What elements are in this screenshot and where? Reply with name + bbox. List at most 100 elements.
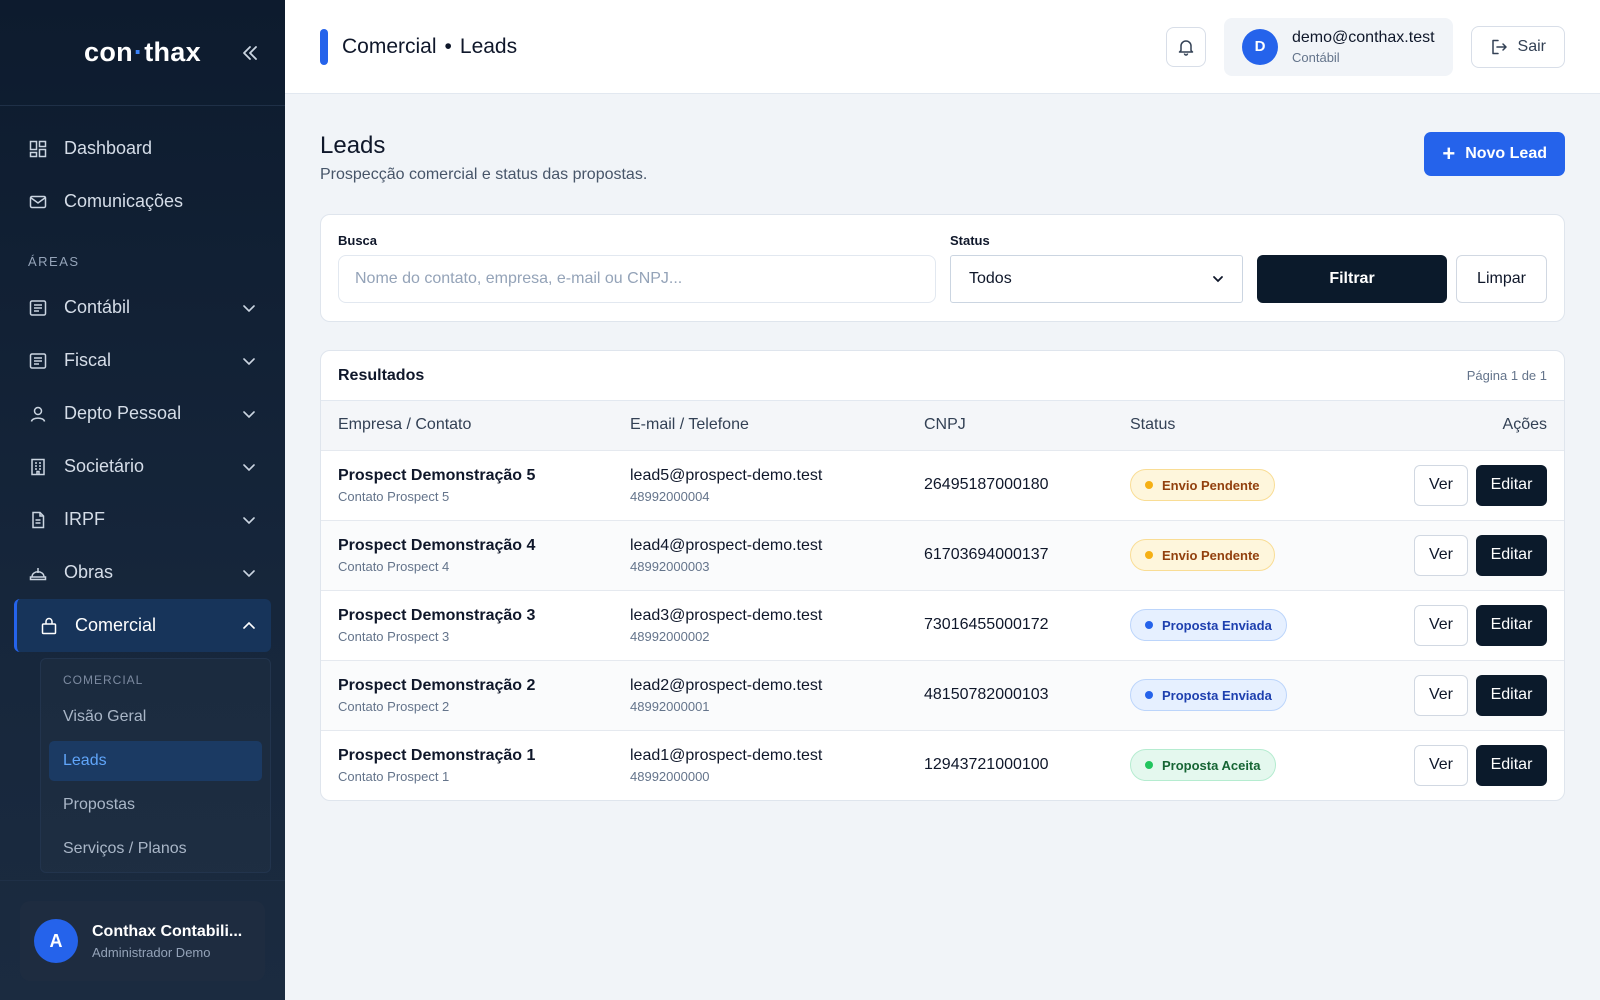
- sidebar-item-fiscal[interactable]: Fiscal: [0, 334, 285, 387]
- sidebar-item-comercial[interactable]: Comercial: [14, 599, 271, 652]
- edit-button[interactable]: Editar: [1476, 604, 1547, 646]
- edit-button[interactable]: Editar: [1476, 744, 1547, 786]
- company-cell: Prospect Demonstração 5 Contato Prospect…: [321, 450, 613, 520]
- view-button[interactable]: Ver: [1414, 604, 1468, 646]
- lead-cnpj: 48150782000103: [924, 686, 1049, 703]
- lead-cnpj: 12943721000100: [924, 756, 1049, 774]
- brand-logo[interactable]: con·thax: [84, 37, 201, 68]
- company-cell: Prospect Demonstração 4 Contato Prospect…: [321, 520, 613, 590]
- sidebar-nav: Dashboard Comunicações ÁREAS Contábil Fi…: [0, 106, 285, 873]
- breadcrumb: Comercial • Leads: [342, 35, 1166, 59]
- sidebar-item-societario[interactable]: Societário: [0, 440, 285, 493]
- row-actions: Ver Editar: [1350, 604, 1547, 646]
- user-card[interactable]: A Conthax Contabili... Administrador Dem…: [20, 901, 265, 981]
- lead-phone: 48992000004: [630, 488, 710, 504]
- sidebar-item-irpf[interactable]: IRPF: [0, 493, 285, 546]
- page-header: Leads Prospecção comercial e status das …: [320, 94, 1565, 184]
- account-menu[interactable]: D demo@conthax.test Contábil: [1224, 17, 1453, 76]
- column-header: Ações: [1502, 416, 1547, 434]
- cnpj-cell: 12943721000100: [907, 730, 1113, 800]
- column-header: CNPJ: [924, 416, 966, 434]
- sidebar-footer: A Conthax Contabili... Administrador Dem…: [0, 880, 285, 1000]
- status-badge: Proposta Enviada: [1130, 609, 1287, 641]
- sidebar-item-depto-pessoal[interactable]: Depto Pessoal: [0, 387, 285, 440]
- status-dot-icon: [1145, 761, 1153, 770]
- table-row[interactable]: Prospect Demonstração 2 Contato Prospect…: [321, 660, 1564, 730]
- brand-name-dot: ·: [133, 37, 144, 67]
- lead-email: lead3@prospect-demo.test: [630, 606, 823, 624]
- status-cell: Proposta Aceita: [1113, 730, 1333, 800]
- chevron-down-icon: [243, 569, 255, 577]
- page-heading: Leads Prospecção comercial e status das …: [320, 132, 647, 184]
- sidebar-item-contabil[interactable]: Contábil: [0, 281, 285, 334]
- lead-email: lead2@prospect-demo.test: [630, 676, 823, 694]
- notifications-button[interactable]: [1166, 26, 1206, 67]
- contact-name: Contato Prospect 1: [338, 768, 450, 784]
- comercial-submenu: COMERCIAL Visão Geral Leads Propostas Se…: [40, 658, 271, 873]
- view-button[interactable]: Ver: [1414, 674, 1468, 716]
- table-row[interactable]: Prospect Demonstração 4 Contato Prospect…: [321, 520, 1564, 590]
- new-lead-button[interactable]: + Novo Lead: [1424, 132, 1565, 176]
- status-select-value: Todos: [969, 270, 1012, 287]
- user-name: Conthax Contabili...: [92, 922, 243, 940]
- table-row[interactable]: Prospect Demonstração 1 Contato Prospect…: [321, 730, 1564, 800]
- edit-button[interactable]: Editar: [1476, 674, 1547, 716]
- chevron-down-icon: [243, 357, 255, 365]
- sidebar-item-label: Depto Pessoal: [64, 403, 182, 423]
- breadcrumb-section[interactable]: Comercial: [342, 35, 437, 58]
- email-phone-cell: lead5@prospect-demo.test 48992000004: [613, 450, 907, 520]
- table-row[interactable]: Prospect Demonstração 3 Contato Prospect…: [321, 590, 1564, 660]
- filter-button[interactable]: Filtrar: [1257, 255, 1447, 303]
- column-header: E-mail / Telefone: [630, 416, 749, 434]
- sidebar-item-label: Obras: [64, 562, 114, 582]
- sidebar-item-obras[interactable]: Obras: [0, 546, 285, 599]
- results-header: Resultados Página 1 de 1: [321, 351, 1564, 401]
- status-text: Envio Pendente: [1162, 477, 1260, 493]
- status-cell: Proposta Enviada: [1113, 660, 1333, 730]
- submenu-item-leads[interactable]: Leads: [49, 741, 262, 781]
- breadcrumb-accent: [320, 28, 328, 65]
- submenu-item-propostas[interactable]: Propostas: [49, 785, 262, 825]
- double-chevron-left-icon: [243, 45, 257, 60]
- submenu-item-visao-geral[interactable]: Visão Geral: [49, 697, 262, 737]
- table-header-row: Empresa / Contato E-mail / Telefone CNPJ…: [321, 401, 1564, 450]
- status-dot-icon: [1145, 621, 1153, 629]
- breadcrumb-page: Leads: [459, 34, 518, 58]
- row-actions: Ver Editar: [1350, 534, 1547, 576]
- edit-button[interactable]: Editar: [1476, 534, 1547, 576]
- ledger-icon: [28, 298, 48, 318]
- actions-cell: Ver Editar: [1333, 590, 1564, 660]
- actions-cell: Ver Editar: [1333, 660, 1564, 730]
- contact-name: Contato Prospect 3: [338, 628, 450, 644]
- status-badge: Envio Pendente: [1130, 469, 1275, 501]
- company-name: Prospect Demonstração 2: [338, 676, 536, 694]
- edit-button[interactable]: Editar: [1476, 464, 1547, 506]
- brand-name-left: con: [84, 37, 133, 67]
- sidebar-item-comunicacoes[interactable]: Comunicações: [0, 175, 285, 228]
- lead-phone: 48992000001: [630, 698, 710, 714]
- clear-button[interactable]: Limpar: [1456, 255, 1547, 303]
- lead-email: lead5@prospect-demo.test: [630, 466, 823, 484]
- status-cell: Envio Pendente: [1113, 450, 1333, 520]
- sidebar-item-label: Comunicações: [64, 191, 184, 211]
- sidebar-item-dashboard[interactable]: Dashboard: [0, 122, 285, 175]
- collapse-sidebar-button[interactable]: [235, 38, 265, 68]
- logout-button[interactable]: Sair: [1470, 25, 1565, 68]
- view-button[interactable]: Ver: [1414, 534, 1468, 576]
- view-button[interactable]: Ver: [1414, 464, 1468, 506]
- contact-name: Contato Prospect 2: [338, 698, 450, 714]
- company-name: Prospect Demonstração 3: [338, 606, 536, 624]
- company-name: Prospect Demonstração 5: [338, 466, 536, 484]
- grid-icon: [28, 139, 48, 159]
- table-row[interactable]: Prospect Demonstração 5 Contato Prospect…: [321, 450, 1564, 520]
- row-actions: Ver Editar: [1350, 464, 1547, 506]
- status-select[interactable]: Todos: [950, 255, 1243, 303]
- status-badge: Envio Pendente: [1130, 539, 1275, 571]
- view-button[interactable]: Ver: [1414, 744, 1468, 786]
- submenu-item-servicos-planos[interactable]: Serviços / Planos: [49, 829, 262, 869]
- contact-name: Contato Prospect 4: [338, 558, 450, 574]
- actions-cell: Ver Editar: [1333, 450, 1564, 520]
- search-input[interactable]: [338, 255, 936, 303]
- account-area: Contábil: [1292, 49, 1340, 65]
- cnpj-cell: 73016455000172: [907, 590, 1113, 660]
